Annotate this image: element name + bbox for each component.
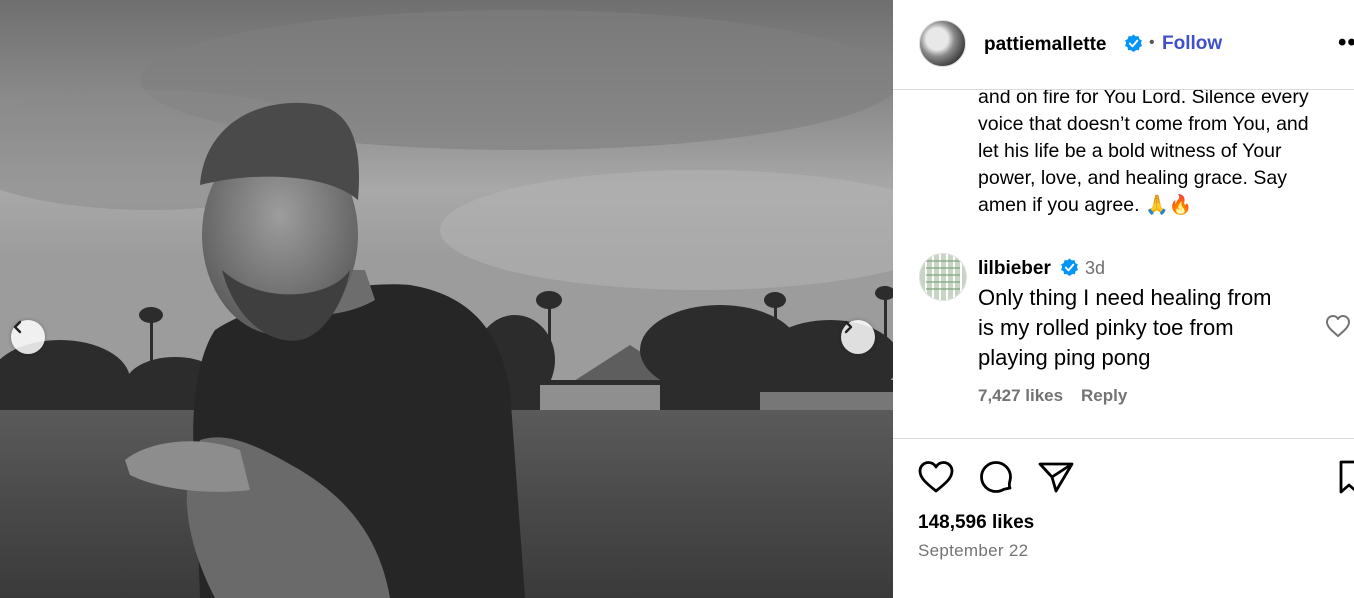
post-date[interactable]: September 22	[918, 541, 1028, 561]
comment-line: is my rolled pinky toe from	[978, 315, 1234, 340]
divider	[893, 438, 1354, 439]
caption-line: amen if you agree. 🙏🔥	[978, 192, 1348, 219]
caption-line: let his life be a bold witness of Your	[978, 140, 1282, 162]
comment-timestamp[interactable]: 3d	[1085, 258, 1105, 279]
verified-badge-icon	[1060, 258, 1079, 277]
caption-line-text: amen if you agree.	[978, 194, 1140, 216]
chevron-right-icon	[844, 320, 853, 334]
more-options-button[interactable]: ••	[1338, 29, 1354, 57]
comment-text: Only thing I need healing from is my rol…	[978, 283, 1318, 373]
comment-line: playing ping pong	[978, 345, 1151, 370]
save-icon[interactable]	[1337, 458, 1354, 496]
previous-photo-button[interactable]	[11, 320, 45, 354]
verified-badge-icon	[1124, 34, 1143, 53]
like-comment-heart-icon[interactable]	[1325, 314, 1351, 338]
caption-emoji: 🙏🔥	[1144, 195, 1193, 216]
post-caption: and on fire for You Lord. Silence every …	[978, 84, 1348, 219]
follow-button[interactable]: Follow	[1162, 33, 1222, 55]
post-likes-count[interactable]: 148,596 likes	[918, 512, 1034, 534]
caption-line: voice that doesn’t come from You, and	[978, 113, 1309, 135]
commenter-username[interactable]: lilbieber	[978, 258, 1051, 280]
commenter-avatar[interactable]	[919, 253, 967, 301]
photo-scene	[0, 0, 893, 598]
post-side-panel: and on fire for You Lord. Silence every …	[893, 0, 1354, 598]
avatar-pattern	[926, 260, 960, 294]
separator-dot: •	[1149, 34, 1155, 51]
comment-likes-count[interactable]: 7,427 likes	[978, 386, 1063, 406]
comment-icon[interactable]	[977, 458, 1015, 496]
post-header: pattiemallette • Follow ••	[893, 0, 1354, 90]
share-icon[interactable]	[1037, 458, 1075, 496]
chevron-left-icon	[13, 320, 22, 334]
caption-line: power, love, and healing grace. Say	[978, 167, 1287, 189]
author-username[interactable]: pattiemallette	[984, 34, 1106, 56]
comment-line: Only thing I need healing from	[978, 285, 1272, 310]
next-photo-button[interactable]	[841, 320, 875, 354]
author-avatar[interactable]	[919, 20, 966, 67]
heart-icon[interactable]	[917, 458, 955, 496]
post-media-photo[interactable]	[0, 0, 893, 598]
reply-button[interactable]: Reply	[1081, 386, 1127, 406]
